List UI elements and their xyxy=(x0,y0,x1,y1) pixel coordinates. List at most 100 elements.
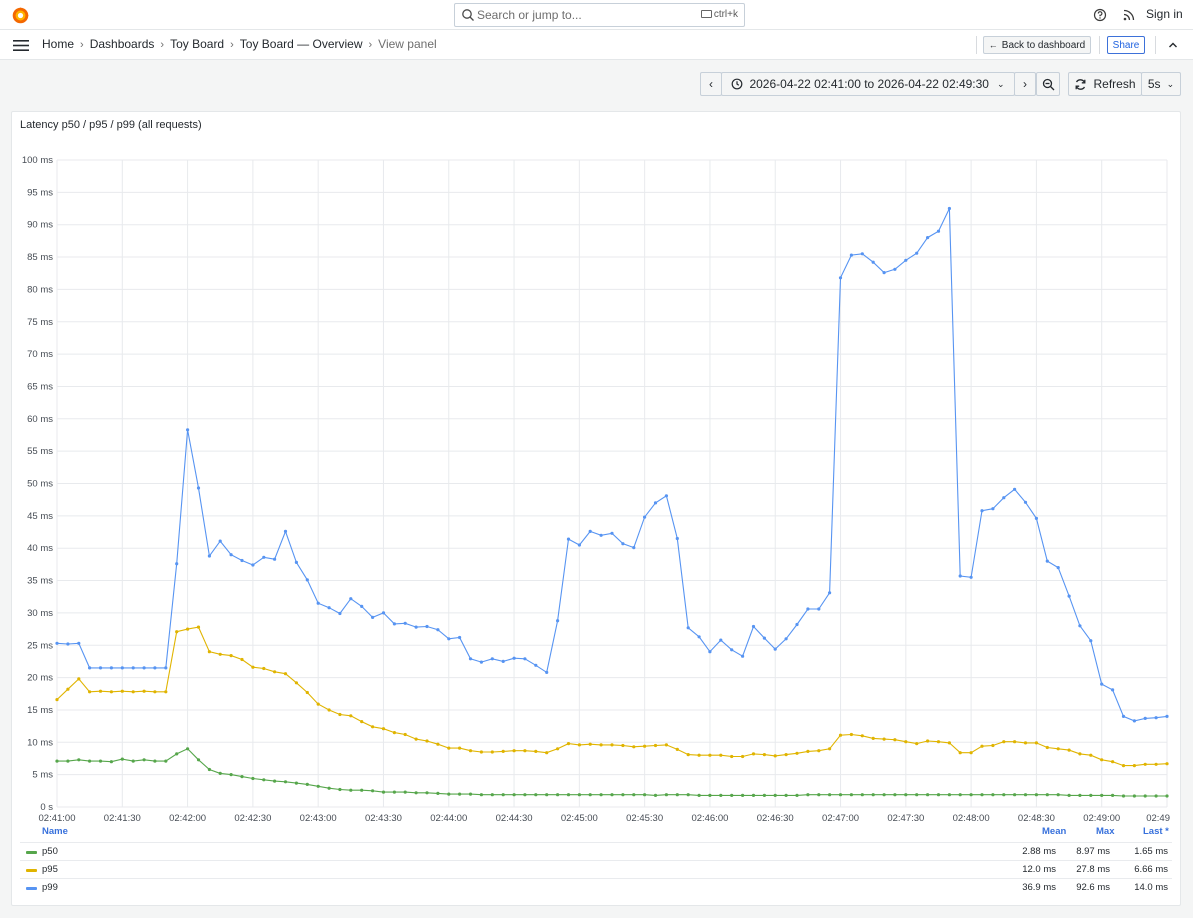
data-point-p95 xyxy=(207,650,211,654)
breadcrumb-dashboards[interactable]: Dashboards xyxy=(90,37,155,51)
zoom-out-button[interactable] xyxy=(1036,72,1060,96)
data-point-p95 xyxy=(969,751,973,755)
data-point-p50 xyxy=(371,789,375,793)
grafana-logo-icon[interactable] xyxy=(11,6,30,25)
breadcrumb-home[interactable]: Home xyxy=(42,37,74,51)
chevron-right-icon: › xyxy=(80,39,84,51)
data-point-p99 xyxy=(349,597,353,601)
data-point-p95 xyxy=(838,733,843,737)
legend-header-mean[interactable]: Mean xyxy=(1042,826,1066,837)
data-point-p50 xyxy=(523,793,527,797)
chevron-up-icon[interactable] xyxy=(1167,39,1179,51)
data-point-p50 xyxy=(414,791,418,795)
data-point-p50 xyxy=(447,792,451,796)
breadcrumb-toy-board[interactable]: Toy Board xyxy=(170,37,224,51)
data-point-p95 xyxy=(153,690,157,694)
chevron-down-icon: ⌄ xyxy=(996,78,1005,89)
data-point-p99 xyxy=(305,578,309,582)
data-point-p95 xyxy=(479,750,483,754)
data-point-p99 xyxy=(969,575,973,579)
data-point-p99 xyxy=(838,276,843,280)
x-tick-label: 02:47:00 xyxy=(822,813,859,824)
legend-header-max[interactable]: Max xyxy=(1096,826,1114,837)
data-point-p99 xyxy=(186,428,190,432)
top-bar: Search or jump to... ctrl+k Sign in xyxy=(0,0,1193,30)
legend-max: 8.97 ms xyxy=(1076,846,1110,857)
data-point-p95 xyxy=(1154,762,1158,766)
data-point-p99 xyxy=(468,657,473,661)
data-point-p99 xyxy=(458,635,462,640)
data-point-p99 xyxy=(719,638,723,642)
chevron-left-icon: ‹ xyxy=(709,77,713,91)
data-point-p50 xyxy=(305,782,309,787)
data-point-p50 xyxy=(643,793,647,797)
legend-row-p95[interactable]: p95 12.0 ms 27.8 ms 6.66 ms xyxy=(20,860,1172,878)
sign-in-link[interactable]: Sign in xyxy=(1146,7,1183,21)
time-back-button[interactable]: ‹ xyxy=(700,72,722,96)
menu-icon[interactable] xyxy=(13,40,29,51)
data-point-p95 xyxy=(98,689,103,693)
x-tick-label: 02:48:00 xyxy=(953,813,990,824)
series-color-swatch xyxy=(26,887,37,890)
data-point-p99 xyxy=(893,267,897,271)
data-point-p95 xyxy=(991,743,995,748)
data-point-p95 xyxy=(392,731,396,735)
series-line-p50 xyxy=(57,748,1167,797)
data-point-p95 xyxy=(1023,741,1028,745)
data-point-p99 xyxy=(175,562,179,566)
keyboard-icon xyxy=(700,10,712,18)
data-point-p50 xyxy=(98,759,103,763)
refresh-interval-select[interactable]: 5s ⌄ xyxy=(1141,72,1181,96)
data-point-p99 xyxy=(414,625,418,629)
data-point-p50 xyxy=(947,793,952,797)
help-icon[interactable] xyxy=(1093,8,1107,22)
data-point-p95 xyxy=(893,738,897,742)
share-button[interactable]: Share xyxy=(1107,36,1145,54)
data-point-p99 xyxy=(904,258,908,262)
data-point-p95 xyxy=(610,743,614,747)
refresh-interval-label: 5s xyxy=(1147,77,1161,91)
legend-row-p99[interactable]: p99 36.9 ms 92.6 ms 14.0 ms xyxy=(20,878,1172,896)
x-tick-label: 02:45:00 xyxy=(561,813,598,824)
data-point-p50 xyxy=(316,784,320,788)
data-point-p95 xyxy=(599,743,603,747)
data-point-p50 xyxy=(860,793,864,797)
legend-header-name[interactable]: Name xyxy=(42,826,68,837)
data-point-p99 xyxy=(120,666,124,670)
legend-row-p50[interactable]: p50 2.88 ms 8.97 ms 1.65 ms xyxy=(20,842,1172,860)
data-point-p50 xyxy=(599,793,603,797)
data-point-p50 xyxy=(534,793,538,797)
data-point-p99 xyxy=(294,560,298,564)
time-forward-button[interactable]: › xyxy=(1014,72,1036,96)
rss-icon[interactable] xyxy=(1122,8,1136,22)
latency-chart[interactable]: 0 s 5 ms 10 ms 15 ms 20 ms 25 ms 30 ms 35 ms 40 … xyxy=(12,112,1182,824)
data-point-p50 xyxy=(1100,793,1104,798)
search-input[interactable]: Search or jump to... ctrl+k xyxy=(454,3,745,27)
data-point-p50 xyxy=(556,793,560,797)
back-to-dashboard-button[interactable]: ← Back to dashboard xyxy=(983,36,1091,54)
data-point-p50 xyxy=(338,787,342,792)
data-point-p50 xyxy=(751,793,756,798)
data-point-p50 xyxy=(719,793,723,798)
data-point-p99 xyxy=(610,531,614,535)
data-point-p95 xyxy=(88,690,92,694)
y-tick-label: 10 ms xyxy=(27,737,53,748)
data-point-p50 xyxy=(142,758,146,762)
legend-header-last[interactable]: Last * xyxy=(1143,826,1169,837)
time-range-picker[interactable]: 2026-04-22 02:41:00 to 2026-04-22 02:49:… xyxy=(721,72,1015,96)
data-point-p95 xyxy=(218,652,222,656)
breadcrumb-overview[interactable]: Toy Board — Overview xyxy=(240,37,363,51)
data-point-p99 xyxy=(1034,516,1038,520)
refresh-button[interactable]: Refresh xyxy=(1068,72,1142,96)
arrow-left-icon: ← xyxy=(988,40,998,50)
data-point-p99 xyxy=(1013,487,1017,491)
y-tick-label: 5 ms xyxy=(32,770,53,781)
data-point-p50 xyxy=(392,790,396,794)
divider xyxy=(1155,36,1156,54)
data-point-p50 xyxy=(936,793,941,797)
data-point-p99 xyxy=(109,666,113,670)
x-tick-label: 02:43:30 xyxy=(365,813,402,824)
data-point-p95 xyxy=(164,690,168,694)
data-point-p50 xyxy=(773,793,777,798)
y-tick-label: 30 ms xyxy=(27,608,53,619)
